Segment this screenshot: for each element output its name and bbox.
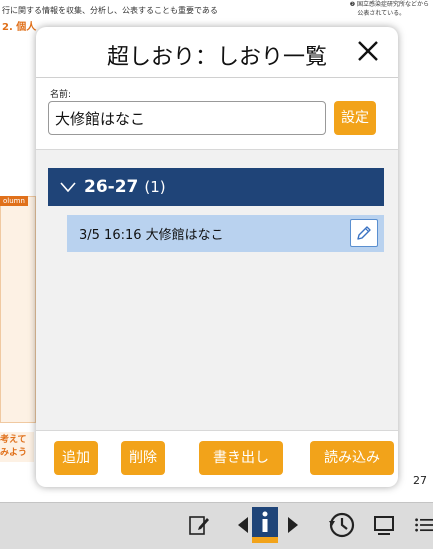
next-page-icon [288,517,298,533]
bottom-toolbar [0,502,433,549]
delete-button[interactable]: 削除 [121,441,165,475]
prev-page-icon [238,517,248,533]
note-button[interactable] [186,511,212,539]
dialog-title: 超しおり：しおり一覧 [106,45,327,70]
bg-think-label: 考えて みよう [0,432,34,462]
menu-button[interactable] [414,511,433,539]
add-button[interactable]: 追加 [54,441,98,475]
window-icon [374,516,394,535]
title-divider [36,77,398,78]
pencil-icon [357,226,371,240]
bg-column-box [0,196,36,423]
prev-page-button[interactable] [236,511,250,539]
bookmark-item-label: 3/5 16:16 大修館はなこ [79,228,224,243]
info-icon [252,507,278,543]
chevron-down-icon [60,182,76,192]
bookmark-group-header[interactable]: 26-27 (1) [48,168,384,206]
bg-text-line: 行に関する情報を収集、分析し、公表することも重要である [2,6,218,15]
info-button[interactable] [252,507,278,543]
close-button[interactable] [350,33,386,69]
bg-heading: 2. 個人 [2,22,37,33]
bg-footnote: ❷ 国立感染症研究所などから 公表されている。 [349,1,429,17]
note-icon [189,516,209,535]
group-count: (1) [144,178,166,196]
bookmark-list: 26-27 (1) 3/5 16:16 大修館はなこ [36,149,398,431]
history-button[interactable] [328,511,356,539]
close-icon [358,41,378,61]
bg-column-badge: olumn [0,196,28,206]
set-button[interactable]: 設定 [334,101,376,135]
edit-button[interactable] [350,219,378,247]
window-button[interactable] [372,511,396,539]
name-label: 名前: [50,90,72,100]
bookmark-dialog: 超しおり：しおり一覧 名前: 設定 26-27 (1) 3/5 16:16 大修… [36,27,398,487]
group-name: 26-27 [84,177,139,197]
page-number: 27 [413,474,427,487]
export-button[interactable]: 書き出し [199,441,283,475]
import-button[interactable]: 読み込み [310,441,394,475]
menu-icon [415,518,433,532]
bookmark-item[interactable]: 3/5 16:16 大修館はなこ [67,215,384,252]
next-page-button[interactable] [286,511,300,539]
history-icon [329,512,355,538]
name-input[interactable] [48,101,326,135]
